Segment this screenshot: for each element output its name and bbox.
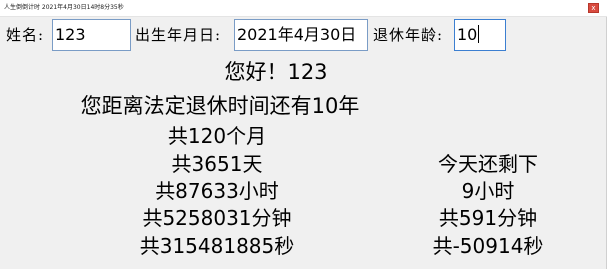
text-caret bbox=[478, 25, 480, 43]
name-input[interactable]: 123 bbox=[52, 19, 131, 51]
window-title: 人生倒倒计时 2021年4月30日14时8分35秒 bbox=[4, 4, 124, 11]
close-button[interactable]: x bbox=[588, 3, 599, 13]
today-hours-left: 9小时 bbox=[461, 179, 515, 203]
title-bar[interactable]: 人生倒倒计时 2021年4月30日14时8分35秒 x bbox=[0, 0, 607, 17]
seconds-total: 共315481885秒 bbox=[139, 234, 295, 258]
retire-age-label: 退休年龄: bbox=[373, 26, 444, 44]
birthdate-input[interactable]: 2021年4月30日 bbox=[234, 19, 368, 51]
birthdate-input-value: 2021年4月30日 bbox=[237, 25, 357, 44]
name-label: 姓名: bbox=[6, 26, 45, 44]
days-total: 共3651天 bbox=[171, 152, 263, 176]
close-icon: x bbox=[591, 4, 596, 12]
today-seconds-left: 共-50914秒 bbox=[432, 234, 544, 258]
main-window: 人生倒倒计时 2021年4月30日14时8分35秒 x 姓名: 123 出生年月… bbox=[0, 0, 607, 269]
months-total: 共120个月 bbox=[167, 124, 267, 148]
minutes-total: 共5258031分钟 bbox=[142, 206, 292, 230]
today-remaining-heading: 今天还剩下 bbox=[438, 152, 538, 176]
today-minutes-left: 共591分钟 bbox=[438, 206, 538, 230]
retire-age-input-value: 10 bbox=[457, 25, 478, 44]
name-input-value: 123 bbox=[55, 25, 86, 44]
retire-age-input[interactable]: 10 bbox=[454, 19, 506, 51]
greeting-text: 您好！123 bbox=[224, 60, 328, 84]
birthdate-label: 出生年月日: bbox=[135, 26, 222, 44]
retirement-headline: 您距离法定退休时间还有10年 bbox=[80, 94, 360, 118]
hours-total: 共87633小时 bbox=[155, 179, 279, 203]
